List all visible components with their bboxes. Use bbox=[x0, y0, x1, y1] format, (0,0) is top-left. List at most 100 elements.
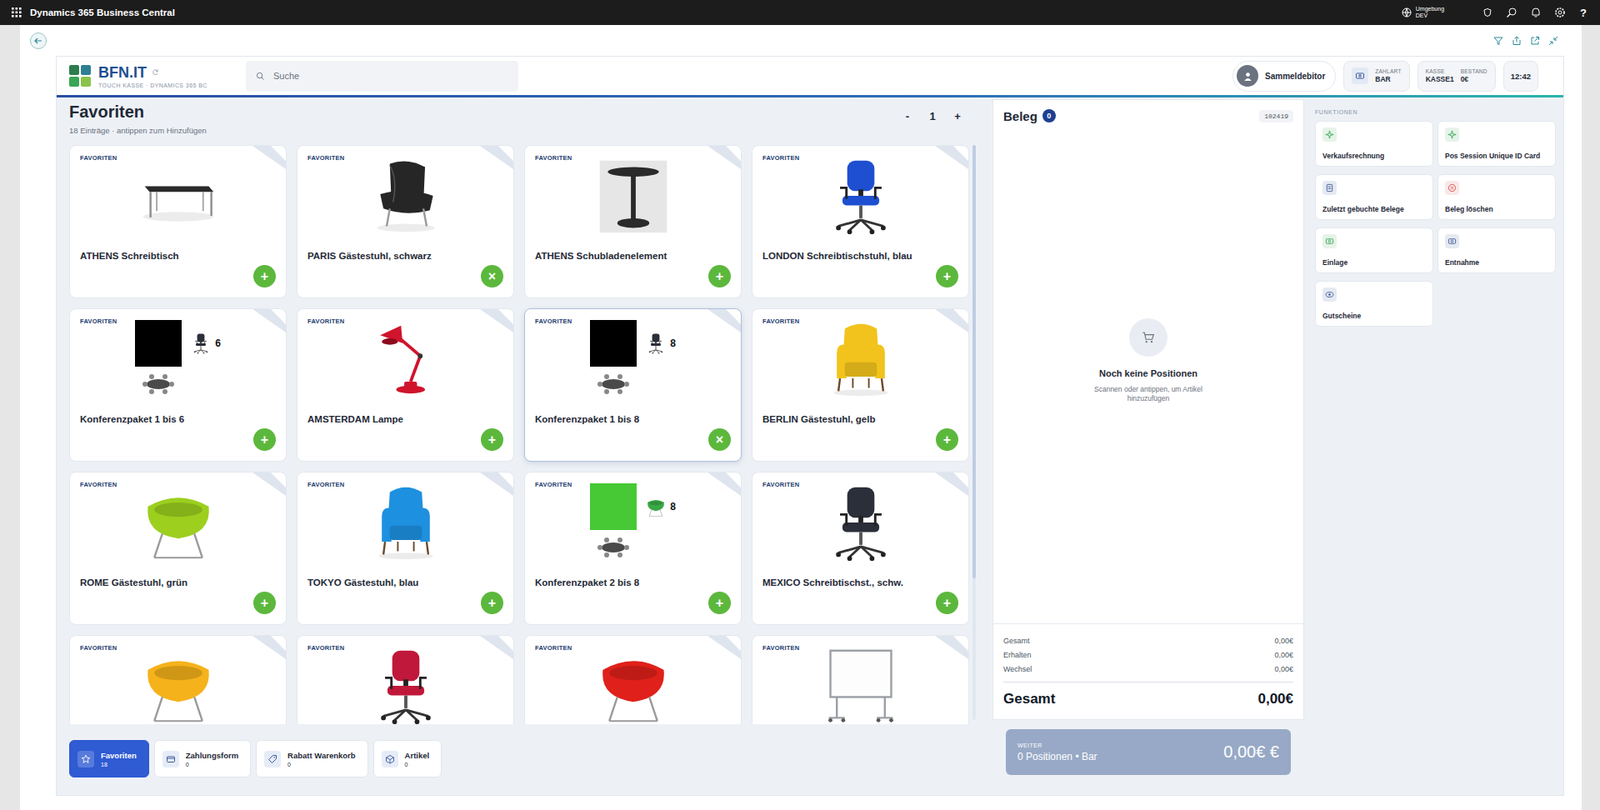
product-card[interactable]: FAVORITEN 8 Konferenzpaket 2 bis 8 + bbox=[524, 471, 742, 625]
product-card[interactable]: FAVORITEN PARIS Gästestuhl, schwarz × bbox=[296, 145, 515, 299]
box-icon bbox=[385, 754, 395, 765]
product-card[interactable]: FAVORITEN bbox=[69, 635, 287, 725]
product-card[interactable]: FAVORITEN ATHENS Schubladenelement + bbox=[524, 145, 742, 299]
add-button[interactable]: + bbox=[708, 265, 731, 288]
add-button[interactable]: + bbox=[935, 265, 959, 288]
favorites-panel: Favoriten 18 Einträge · antippen zum Hin… bbox=[68, 97, 977, 795]
product-card[interactable]: FAVORITEN LONDON Schreibtischstuhl, blau… bbox=[751, 145, 970, 299]
checkout-button[interactable]: WEITER 0 Positionen • Bar 0,00€ € bbox=[1005, 729, 1291, 775]
add-button[interactable]: + bbox=[480, 428, 504, 451]
corner-ribbon bbox=[707, 472, 741, 496]
corner-ribbon bbox=[707, 635, 741, 660]
product-card[interactable]: FAVORITEN 8 Konferenzpaket 1 bis 8 × bbox=[524, 308, 742, 462]
bundle-picture: 6 bbox=[135, 320, 221, 399]
decrease-button[interactable]: - bbox=[898, 110, 917, 123]
total-row: Wechsel0,00€ bbox=[1003, 662, 1294, 677]
payment-label: ZAHLART bbox=[1375, 68, 1401, 75]
environment-icon bbox=[1400, 6, 1413, 19]
function-tile[interactable]: Verkaufsrechnung bbox=[1315, 120, 1434, 167]
corner-ribbon bbox=[480, 472, 514, 496]
search-input[interactable] bbox=[271, 70, 509, 82]
payment-chip[interactable]: ZAHLART BAR bbox=[1343, 60, 1410, 92]
bell-icon[interactable] bbox=[1530, 6, 1542, 19]
quantity-value[interactable]: 1 bbox=[923, 110, 942, 123]
tab-count: 18 bbox=[100, 761, 137, 768]
environment-value: DEV bbox=[1415, 12, 1445, 20]
add-button[interactable]: + bbox=[935, 428, 959, 451]
refresh-icon[interactable] bbox=[151, 68, 160, 76]
function-tile[interactable]: Einlage bbox=[1315, 227, 1434, 274]
add-button[interactable]: + bbox=[708, 591, 731, 615]
help-button[interactable]: ? bbox=[1578, 6, 1589, 20]
tab-count: 0 bbox=[185, 761, 239, 768]
bottom-tab[interactable]: Favoriten 18 bbox=[69, 740, 150, 778]
add-button[interactable]: × bbox=[480, 265, 504, 288]
bundle-count: 6 bbox=[215, 337, 221, 350]
tab-count: 0 bbox=[287, 761, 355, 768]
function-tile[interactable]: Entnahme bbox=[1437, 227, 1556, 274]
copilot-icon[interactable] bbox=[1481, 6, 1494, 19]
customer-name: Sammeldebitor bbox=[1265, 71, 1325, 81]
register-chip[interactable]: KASSE KASSE1BESTAND 0€ bbox=[1417, 60, 1496, 92]
collapse-icon[interactable] bbox=[1548, 35, 1559, 46]
back-button[interactable] bbox=[30, 32, 47, 50]
environment-badge[interactable]: Umgebung DEV bbox=[1400, 5, 1445, 20]
corner-ribbon bbox=[480, 145, 514, 170]
product-name: AMSTERDAM Lampe bbox=[307, 414, 504, 425]
add-button[interactable]: + bbox=[253, 591, 276, 615]
corner-ribbon bbox=[252, 472, 286, 496]
product-card[interactable]: FAVORITEN bbox=[524, 635, 742, 725]
favorites-title: Favoriten bbox=[69, 101, 207, 122]
add-button[interactable]: × bbox=[708, 428, 731, 451]
bottom-tab[interactable]: Artikel 0 bbox=[373, 740, 443, 778]
function-tile[interactable]: Gutscheine bbox=[1315, 280, 1434, 327]
function-tile[interactable]: Beleg löschen bbox=[1437, 174, 1556, 220]
office-chair-picture bbox=[190, 332, 212, 355]
functions-panel: FUNKTIONEN Verkaufsrechnung Pos Session … bbox=[1313, 97, 1559, 795]
scrollbar-thumb[interactable] bbox=[972, 145, 976, 579]
search-icon[interactable] bbox=[1505, 6, 1518, 19]
increase-button[interactable]: + bbox=[948, 110, 967, 123]
product-card[interactable]: FAVORITEN bbox=[296, 635, 515, 725]
egg-picture bbox=[593, 645, 674, 725]
product-card[interactable]: FAVORITEN AMSTERDAM Lampe + bbox=[296, 308, 515, 462]
star-icon bbox=[80, 754, 91, 765]
product-card[interactable]: FAVORITEN ATHENS Schreibtisch + bbox=[69, 145, 287, 299]
favorite-tag: FAVORITEN bbox=[535, 480, 590, 565]
empty-state: Noch keine Positionen Scannen oder antip… bbox=[993, 131, 1304, 624]
office-chair-picture bbox=[365, 645, 446, 725]
product-card[interactable]: FAVORITEN ROME Gästestuhl, grün + bbox=[69, 471, 287, 625]
armchair-picture bbox=[365, 482, 446, 563]
product-card[interactable]: FAVORITEN TOKYO Gästestuhl, blau + bbox=[296, 471, 515, 625]
function-tile[interactable]: Pos Session Unique ID Card bbox=[1437, 120, 1556, 167]
product-card[interactable]: FAVORITEN MEXICO Schreibtischst., schw. … bbox=[751, 471, 970, 625]
scrollbar[interactable] bbox=[972, 145, 976, 720]
favorite-tag: FAVORITEN bbox=[762, 480, 821, 565]
function-label: Entnahme bbox=[1445, 258, 1549, 267]
add-button[interactable]: + bbox=[935, 591, 959, 615]
add-button[interactable]: + bbox=[480, 591, 504, 615]
clock: 12:42 bbox=[1503, 60, 1539, 92]
customer-chip[interactable]: Sammeldebitor bbox=[1232, 60, 1336, 92]
brand-subtitle: TOUCH KASSE · DYNAMICS 365 BC bbox=[98, 82, 208, 89]
product-name: BERLIN Gästestuhl, gelb bbox=[762, 414, 959, 425]
favorite-tag: FAVORITEN bbox=[535, 317, 590, 401]
add-button[interactable]: + bbox=[253, 265, 276, 288]
share-icon[interactable] bbox=[1511, 35, 1522, 46]
add-button[interactable]: + bbox=[253, 428, 276, 451]
product-card[interactable]: FAVORITEN BERLIN Gästestuhl, gelb + bbox=[751, 308, 970, 462]
open-new-window-icon[interactable] bbox=[1530, 35, 1540, 46]
bottom-tab[interactable]: Rabatt Warenkorb 0 bbox=[255, 740, 368, 778]
filter-icon[interactable] bbox=[1493, 35, 1504, 46]
function-tile[interactable]: Zuletzt gebuchte Belege bbox=[1315, 174, 1434, 220]
cash-icon bbox=[1325, 236, 1335, 246]
search-field[interactable] bbox=[245, 60, 519, 92]
gear-icon[interactable] bbox=[1554, 6, 1566, 19]
bottom-tab[interactable]: Zahlungsform 0 bbox=[154, 740, 251, 778]
register-value: 0€ bbox=[1460, 75, 1488, 84]
receipt-column: Beleg 0 102419 Noch keine Positionen Sca… bbox=[992, 97, 1305, 795]
product-card[interactable]: FAVORITEN 6 Konferenzpaket 1 bis 6 + bbox=[69, 308, 287, 462]
product-card[interactable]: FAVORITEN bbox=[751, 635, 970, 725]
waffle-icon[interactable] bbox=[11, 7, 22, 18]
tab-count: 0 bbox=[405, 761, 430, 768]
